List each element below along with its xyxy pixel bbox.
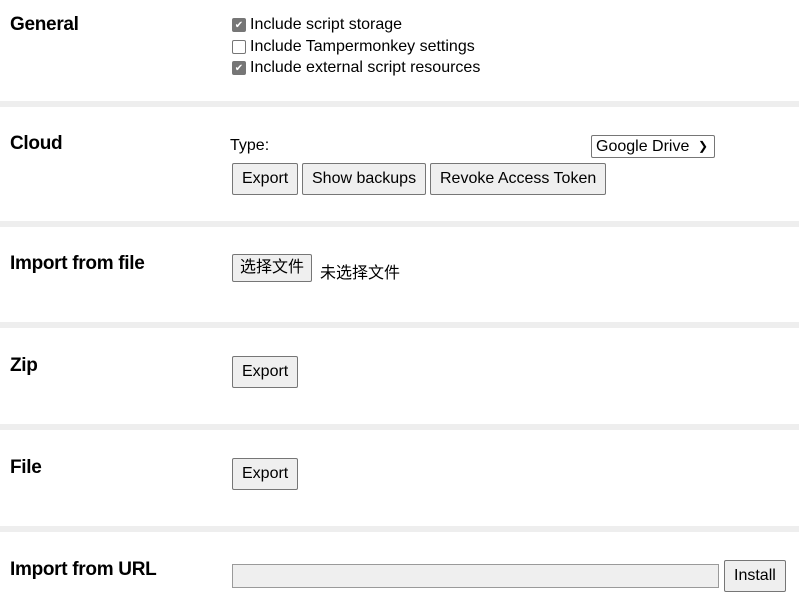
file-export-button[interactable]: Export: [232, 458, 299, 490]
divider: [0, 101, 799, 107]
divider: [0, 322, 799, 328]
chevron-down-icon: ❯: [697, 139, 708, 153]
section-import-file-label: Import from file: [10, 253, 145, 274]
section-cloud-label: Cloud: [10, 133, 63, 154]
section-general-label: General: [10, 14, 79, 35]
cloud-export-button[interactable]: Export: [232, 163, 299, 195]
no-file-chosen-text: 未选择文件: [320, 265, 401, 282]
checkbox-label: Include external script resources: [250, 59, 481, 76]
checkbox-checked-icon: ✔: [232, 18, 246, 32]
divider: [0, 424, 799, 430]
revoke-access-token-button[interactable]: Revoke Access Token: [430, 163, 607, 195]
choose-file-button[interactable]: 选择文件: [232, 254, 313, 282]
cloud-type-label: Type:: [230, 137, 270, 154]
checkbox-unchecked-icon: [232, 40, 246, 54]
checkbox-checked-icon: ✔: [232, 61, 246, 75]
divider: [0, 526, 799, 532]
show-backups-button[interactable]: Show backups: [302, 163, 427, 195]
checkbox-label: Include Tampermonkey settings: [250, 38, 475, 55]
divider: [0, 221, 799, 227]
cloud-type-select[interactable]: Google Drive ❯: [591, 135, 715, 158]
section-zip-label: Zip: [10, 355, 38, 376]
section-file-label: File: [10, 457, 42, 478]
install-button[interactable]: Install: [724, 560, 786, 592]
include-tampermonkey-settings-checkbox[interactable]: Include Tampermonkey settings: [232, 37, 475, 57]
checkbox-label: Include script storage: [250, 16, 403, 33]
include-script-storage-checkbox[interactable]: ✔ Include script storage: [232, 15, 402, 35]
include-external-resources-checkbox[interactable]: ✔ Include external script resources: [232, 58, 480, 78]
zip-export-button[interactable]: Export: [232, 356, 299, 388]
cloud-type-value: Google Drive: [596, 138, 690, 155]
import-url-input[interactable]: [232, 564, 719, 588]
section-import-url-label: Import from URL: [10, 559, 157, 580]
